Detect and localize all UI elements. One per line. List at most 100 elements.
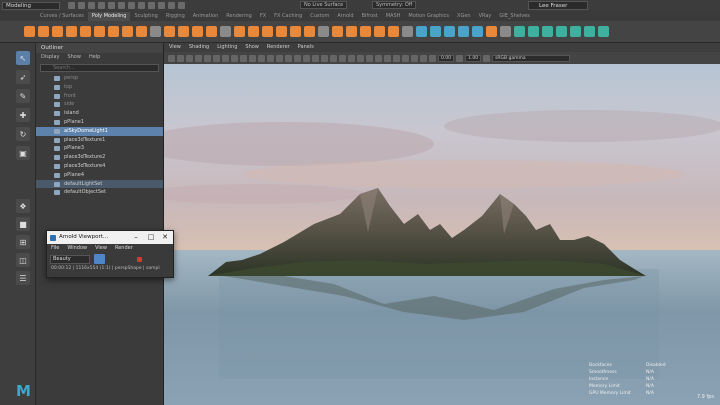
snap-point-icon[interactable] xyxy=(168,2,175,9)
viewport-toolbar-icon[interactable] xyxy=(186,54,193,62)
render-play-icon[interactable] xyxy=(94,254,105,264)
gamma-icon[interactable] xyxy=(456,54,464,62)
viewport-toolbar-icon[interactable] xyxy=(321,54,328,62)
paint-select-icon[interactable]: ✎ xyxy=(16,89,30,103)
viewport-toolbar-icon[interactable] xyxy=(384,54,391,62)
viewport-toolbar-icon[interactable] xyxy=(177,54,184,62)
shelf-tool-icon[interactable] xyxy=(332,26,343,37)
shelf-tool-icon[interactable] xyxy=(374,26,385,37)
select-object-icon[interactable] xyxy=(128,2,135,9)
arnold-viewport-window[interactable]: Arnold Viewport... – □ ✕ File Window View R… xyxy=(46,230,174,278)
shelf-tab[interactable]: Poly Modeling xyxy=(87,12,131,21)
outliner-item[interactable]: pPlane1 xyxy=(36,118,163,127)
viewport-toolbar-icon[interactable] xyxy=(375,54,382,62)
viewport-menu-item[interactable]: Show xyxy=(245,43,259,52)
viewport-menu-item[interactable]: Shading xyxy=(189,43,209,52)
shelf-tool-icon[interactable] xyxy=(94,26,105,37)
shelf-tab[interactable]: FX xyxy=(256,12,270,21)
shelf-tool-icon[interactable] xyxy=(66,26,77,37)
live-surface-field[interactable]: No Live Surface xyxy=(300,1,348,9)
select-hierarchy-icon[interactable] xyxy=(118,2,125,9)
shelf-tool-icon[interactable] xyxy=(136,26,147,37)
arnold-window-titlebar[interactable]: Arnold Viewport... – □ ✕ xyxy=(47,231,173,244)
shelf-tool-icon[interactable] xyxy=(388,26,399,37)
shelf-tool-icon[interactable] xyxy=(542,26,553,37)
outliner-item[interactable]: front xyxy=(36,92,163,101)
shelf-tool-icon[interactable] xyxy=(52,26,63,37)
shelf-tab[interactable]: Motion Graphics xyxy=(404,12,453,21)
shelf-tool-icon[interactable] xyxy=(234,26,245,37)
snap-surface-icon[interactable] xyxy=(178,2,185,9)
arnold-menu-item[interactable]: Render xyxy=(115,244,133,253)
shelf-tab[interactable]: Animation xyxy=(189,12,223,21)
shelf-tab[interactable]: Bifrost xyxy=(358,12,382,21)
viewport-toolbar-icon[interactable] xyxy=(330,54,337,62)
minimize-icon[interactable]: – xyxy=(129,231,143,244)
viewport-toolbar-icon[interactable] xyxy=(168,54,175,62)
outliner-menu-item[interactable]: Help xyxy=(89,53,100,62)
outliner-item[interactable]: side xyxy=(36,100,163,109)
shelf-tool-icon[interactable] xyxy=(248,26,259,37)
shelf-tool-icon[interactable] xyxy=(262,26,273,37)
exposure-field[interactable]: 0.00 xyxy=(438,54,455,62)
aov-dropdown[interactable]: Beauty xyxy=(50,254,90,264)
shelf-tool-icon[interactable] xyxy=(24,26,35,37)
viewport[interactable]: Backfaces Smoothness Instance Memory Limit G… xyxy=(164,64,720,405)
shelf-tool-icon[interactable] xyxy=(206,26,217,37)
shelf-tab[interactable]: XGen xyxy=(453,12,475,21)
shelf-tool-icon[interactable] xyxy=(514,26,525,37)
shelf-tool-icon[interactable] xyxy=(430,26,441,37)
shelf-tool-icon[interactable] xyxy=(192,26,203,37)
open-scene-icon[interactable] xyxy=(78,2,85,9)
shelf-tool-icon[interactable] xyxy=(570,26,581,37)
shelf-tab[interactable]: VRay xyxy=(475,12,496,21)
two-pane-icon[interactable]: ◫ xyxy=(16,253,30,267)
mode-dropdown[interactable]: Modeling xyxy=(2,1,60,10)
viewport-toolbar-icon[interactable] xyxy=(276,54,283,62)
shelf-tab[interactable]: Curves / Surfaces xyxy=(36,12,88,21)
colorspace-dropdown[interactable]: sRGB gamma xyxy=(492,54,571,62)
shelf-tool-icon[interactable] xyxy=(598,26,609,37)
viewport-toolbar-icon[interactable] xyxy=(231,54,238,62)
viewport-toolbar-icon[interactable] xyxy=(420,54,427,62)
viewport-toolbar-icon[interactable] xyxy=(267,54,274,62)
shelf-tool-icon[interactable] xyxy=(290,26,301,37)
viewport-toolbar-icon[interactable] xyxy=(303,54,310,62)
viewport-menu-item[interactable]: Renderer xyxy=(267,43,290,52)
viewport-menu-item[interactable]: View xyxy=(169,43,181,52)
arnold-menu-item[interactable]: Window xyxy=(67,244,87,253)
shelf-tool-icon[interactable] xyxy=(178,26,189,37)
viewport-toolbar-icon[interactable] xyxy=(195,54,202,62)
four-pane-icon[interactable]: ⊞ xyxy=(16,235,30,249)
outliner-item[interactable]: pPlane3 xyxy=(36,144,163,153)
shelf-tool-icon[interactable] xyxy=(584,26,595,37)
shelf-tab[interactable]: Arnold xyxy=(333,12,357,21)
color-management-icon[interactable] xyxy=(483,54,491,62)
outliner-item[interactable]: aiSkyDomeLight1 xyxy=(36,126,163,136)
shelf-tool-icon[interactable] xyxy=(80,26,91,37)
viewport-toolbar-icon[interactable] xyxy=(285,54,292,62)
redo-icon[interactable] xyxy=(108,2,115,9)
snap-grid-icon[interactable] xyxy=(148,2,155,9)
viewport-toolbar-icon[interactable] xyxy=(393,54,400,62)
lasso-tool-icon[interactable]: ➶ xyxy=(16,70,30,84)
maximize-icon[interactable]: □ xyxy=(144,231,158,244)
shelf-tab[interactable]: Rigging xyxy=(162,12,189,21)
single-pane-icon[interactable]: ■ xyxy=(16,217,30,231)
shelf-tool-icon[interactable] xyxy=(108,26,119,37)
viewport-toolbar-icon[interactable] xyxy=(411,54,418,62)
viewport-toolbar-icon[interactable] xyxy=(249,54,256,62)
move-tool-icon[interactable]: ✚ xyxy=(16,108,30,122)
outliner-item[interactable]: place3dTexture1 xyxy=(36,136,163,145)
shelf-tool-icon[interactable] xyxy=(220,26,231,37)
shelf-tool-icon[interactable] xyxy=(304,26,315,37)
rotate-tool-icon[interactable]: ↻ xyxy=(16,127,30,141)
symmetry-field[interactable]: Symmetry: Off xyxy=(372,1,417,9)
shelf-tool-icon[interactable] xyxy=(360,26,371,37)
shelf-tab[interactable]: MASH xyxy=(382,12,405,21)
shelf-tool-icon[interactable] xyxy=(416,26,427,37)
shelf-tool-icon[interactable] xyxy=(528,26,539,37)
outliner-item[interactable]: pPlane4 xyxy=(36,171,163,180)
viewport-toolbar-icon[interactable] xyxy=(240,54,247,62)
shelf-tool-icon[interactable] xyxy=(122,26,133,37)
